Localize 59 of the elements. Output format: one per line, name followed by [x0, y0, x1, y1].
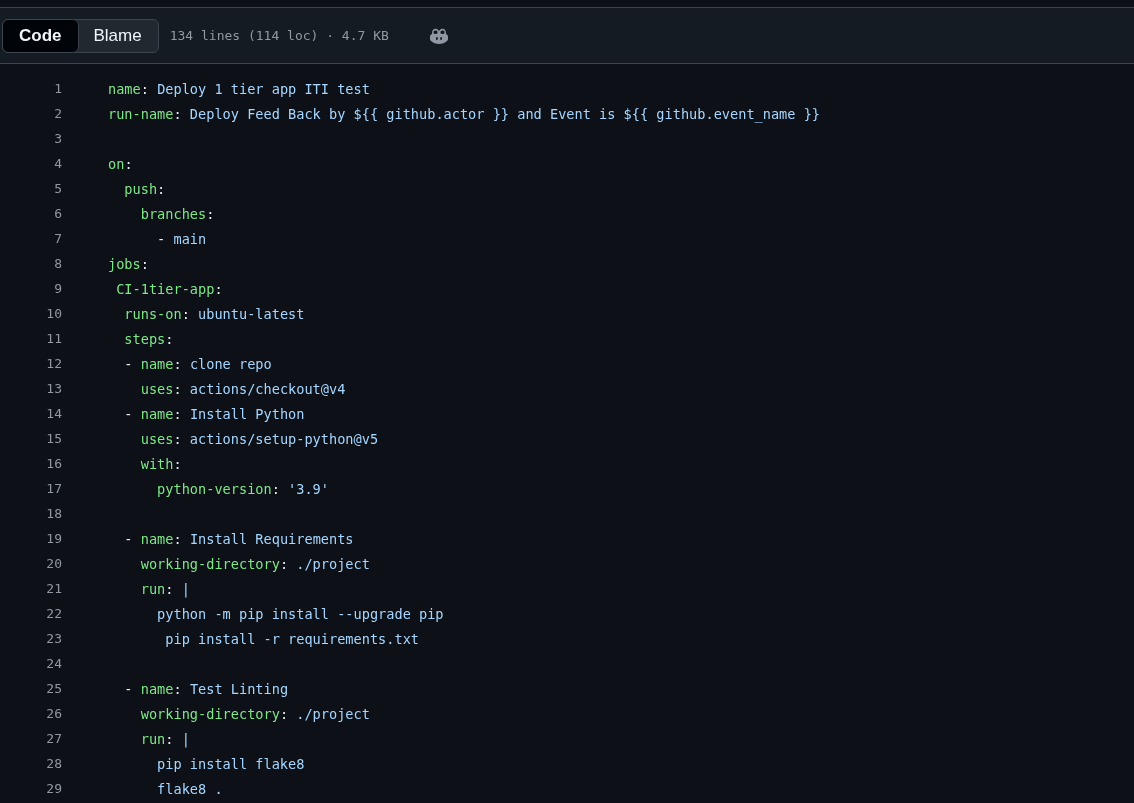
line-number: 20 [45, 556, 62, 571]
code-line: - main [156, 230, 207, 247]
line-number: 27 [45, 731, 62, 746]
line-number: 13 [45, 381, 62, 396]
line-number: 29 [45, 781, 62, 796]
line-number: 17 [45, 481, 62, 496]
line-number: 2 [53, 106, 62, 121]
code-line: pip install flake8 [156, 755, 305, 772]
line-number: 26 [45, 706, 62, 721]
code-line: name: Deploy 1 tier app ITI test [108, 80, 370, 97]
view-tab[interactable]: Blame [77, 19, 158, 52]
code-line: - name: Install Python [123, 405, 305, 422]
code-line: branches: [139, 205, 215, 222]
code-line: push: [123, 180, 166, 197]
line-number: 14 [45, 406, 62, 421]
code-line: steps: [123, 330, 174, 347]
code-line: flake8 . [156, 780, 223, 797]
line-number: 12 [45, 356, 62, 371]
code-line: CI-1tier-app: [115, 280, 223, 297]
line-number: 10 [45, 306, 62, 321]
line-number: 7 [53, 231, 62, 246]
line-number: 3 [53, 131, 62, 146]
code-line: - name: clone repo [123, 355, 272, 372]
code-line: run-name: Deploy Feed Back by ${{ github.actor }} and Event is ${{ github.event_name }} [108, 105, 821, 122]
code-line: on: [108, 155, 133, 172]
code-line: run: | [139, 580, 190, 597]
code-line: jobs: [108, 255, 149, 272]
code-line: - name: Test Linting [123, 680, 289, 697]
line-number: 21 [45, 581, 62, 596]
line-number: 16 [45, 456, 62, 471]
code-line: run: | [139, 730, 190, 747]
line-number: 22 [45, 606, 62, 621]
file-info: 134 lines (114 loc) · 4.7 KB [169, 28, 389, 43]
line-number: 8 [53, 256, 62, 271]
code-line: python-version: '3.9' [156, 480, 329, 497]
code-line: runs-on: ubuntu-latest [123, 305, 305, 322]
code-line: pip install -r requirements.txt [164, 630, 419, 647]
line-number: 18 [45, 506, 62, 521]
line-number: 6 [53, 206, 62, 221]
line-number: 11 [45, 331, 62, 346]
line-number: 25 [45, 681, 62, 696]
line-number: 5 [53, 181, 62, 196]
code-line: uses: actions/setup-python@v5 [139, 430, 379, 447]
code-line: with: [139, 455, 182, 472]
code-line: python -m pip install --upgrade pip [156, 605, 444, 622]
line-number: 4 [53, 156, 62, 171]
line-number: 15 [45, 431, 62, 446]
copilot-icon[interactable] [428, 26, 449, 45]
code-line: working-directory: ./project [139, 555, 370, 572]
line-number: 28 [45, 756, 62, 771]
code-line: working-directory: ./project [139, 705, 370, 722]
line-number: 19 [45, 531, 62, 546]
code-line: - name: Install Requirements [123, 530, 354, 547]
code-line: uses: actions/checkout@v4 [139, 380, 346, 397]
line-number: 24 [45, 656, 62, 671]
view-tab[interactable]: Code [2, 18, 79, 53]
line-number: 23 [45, 631, 62, 646]
line-number: 9 [53, 281, 62, 296]
line-number: 1 [53, 81, 62, 96]
